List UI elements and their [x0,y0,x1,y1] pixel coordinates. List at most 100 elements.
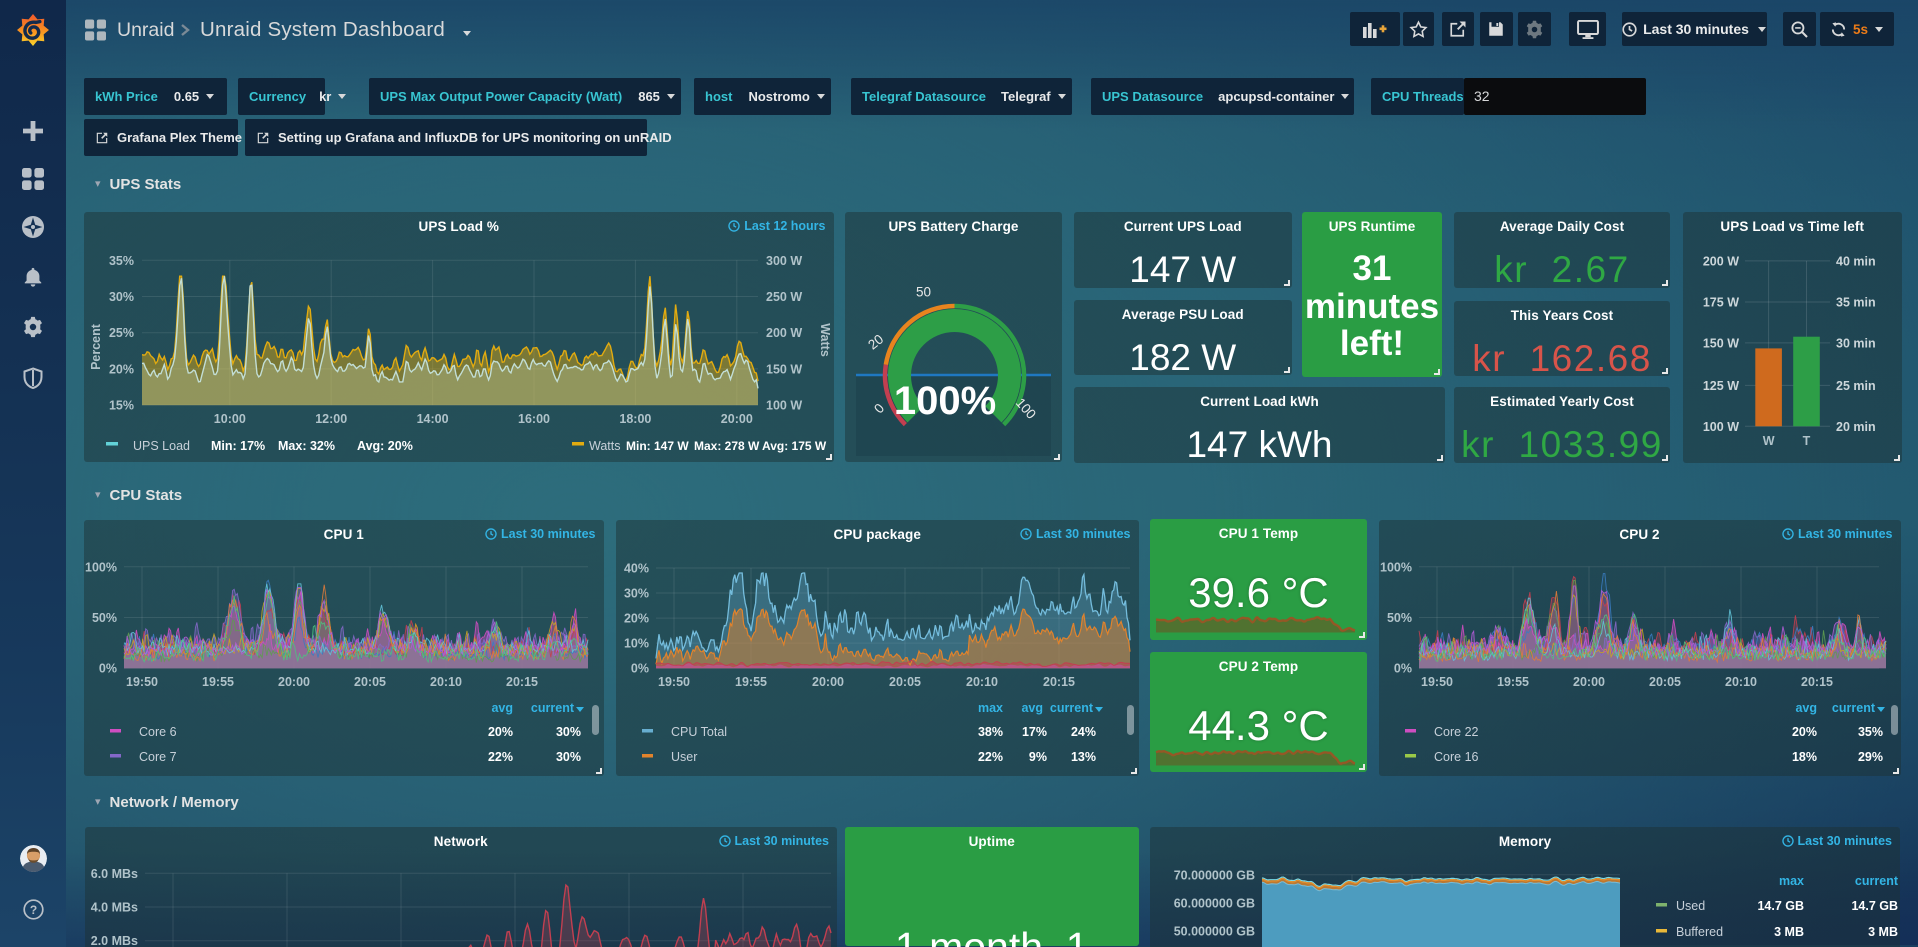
svg-text:19:55: 19:55 [1497,675,1529,689]
svg-text:100%: 100% [85,560,117,574]
svg-text:30%: 30% [624,587,649,601]
svg-text:Core 6: Core 6 [139,725,177,739]
svg-text:25 min: 25 min [1836,379,1876,393]
svg-text:Watts: Watts [589,439,620,453]
svg-text:20:15: 20:15 [1043,675,1075,689]
svg-text:19:50: 19:50 [126,675,158,689]
svg-text:35%: 35% [109,254,134,268]
svg-text:6.0 MBs: 6.0 MBs [90,867,137,881]
svg-text:2.0 MBs: 2.0 MBs [90,934,137,947]
svg-text:Core 22: Core 22 [1434,725,1479,739]
svg-text:16:00: 16:00 [518,412,550,426]
svg-text:100%: 100% [1380,560,1412,574]
svg-text:4.0 MBs: 4.0 MBs [90,901,137,915]
svg-text:20:00: 20:00 [278,675,310,689]
svg-text:22%: 22% [978,750,1003,764]
svg-text:20 min: 20 min [1836,420,1876,434]
svg-text:20:10: 20:10 [430,675,462,689]
svg-text:38%: 38% [978,725,1003,739]
svg-text:20:10: 20:10 [1725,675,1757,689]
svg-text:9%: 9% [1029,750,1047,764]
svg-text:avg: avg [1795,701,1817,715]
svg-text:19:50: 19:50 [658,675,690,689]
svg-text:19:55: 19:55 [735,675,767,689]
svg-text:14.7 GB: 14.7 GB [1757,899,1804,913]
svg-text:avg: avg [1021,701,1043,715]
svg-text:60.000000 GB: 60.000000 GB [1174,896,1255,910]
svg-text:175 W: 175 W [1703,296,1739,310]
svg-text:19:55: 19:55 [202,675,234,689]
svg-text:Max: 278 W: Max: 278 W [694,439,760,453]
svg-text:Avg: 20%: Avg: 20% [357,439,413,453]
svg-text:20%: 20% [109,362,134,376]
svg-text:avg: avg [491,701,513,715]
svg-text:50.000000 GB: 50.000000 GB [1174,924,1255,938]
svg-text:20:10: 20:10 [966,675,998,689]
svg-text:50: 50 [916,285,931,300]
svg-text:Core 7: Core 7 [139,750,177,764]
svg-text:20%: 20% [1791,725,1816,739]
svg-text:17%: 17% [1022,725,1047,739]
svg-text:20:05: 20:05 [1649,675,1681,689]
svg-text:40%: 40% [624,562,649,576]
svg-text:Max: 32%: Max: 32% [278,439,335,453]
svg-text:12:00: 12:00 [315,412,347,426]
svg-text:max: max [1779,874,1804,888]
svg-text:current: current [1855,874,1899,888]
svg-text:18:00: 18:00 [619,412,651,426]
svg-text:18%: 18% [1791,750,1816,764]
svg-text:150 W: 150 W [766,362,802,376]
svg-text:0%: 0% [1393,662,1411,676]
svg-text:20:00: 20:00 [1573,675,1605,689]
svg-text:22%: 22% [488,750,513,764]
svg-text:14.7 GB: 14.7 GB [1851,899,1898,913]
svg-text:14:00: 14:00 [417,412,449,426]
svg-text:10%: 10% [624,637,649,651]
svg-text:20:15: 20:15 [1801,675,1833,689]
svg-text:20:00: 20:00 [812,675,844,689]
svg-text:Watts: Watts [818,323,832,357]
svg-text:?: ? [30,903,37,917]
svg-text:70.000000 GB: 70.000000 GB [1174,868,1255,882]
svg-text:current: current [1831,701,1875,715]
svg-text:19:50: 19:50 [1421,675,1453,689]
svg-text:40 min: 40 min [1836,254,1876,268]
svg-text:User: User [671,750,697,764]
svg-text:Buffered: Buffered [1676,925,1723,939]
svg-text:Avg: 175 W: Avg: 175 W [762,439,827,453]
svg-text:100 W: 100 W [766,399,802,413]
svg-text:UPS Load: UPS Load [133,439,190,453]
svg-text:125 W: 125 W [1703,379,1739,393]
svg-text:24%: 24% [1071,725,1096,739]
svg-text:Core 16: Core 16 [1434,750,1479,764]
svg-text:0%: 0% [99,662,117,676]
svg-text:20:05: 20:05 [889,675,921,689]
svg-text:35 min: 35 min [1836,296,1876,310]
svg-text:50%: 50% [92,611,117,625]
svg-text:300 W: 300 W [766,254,802,268]
svg-text:20%: 20% [488,725,513,739]
svg-text:50%: 50% [1386,611,1411,625]
svg-text:35%: 35% [1857,725,1882,739]
svg-text:200 W: 200 W [766,326,802,340]
svg-text:15%: 15% [109,399,134,413]
svg-text:CPU Total: CPU Total [671,725,727,739]
svg-text:100%: 100% [894,379,996,423]
svg-text:100 W: 100 W [1703,420,1739,434]
svg-text:Percent: Percent [89,323,103,370]
svg-text:Min: 17%: Min: 17% [211,439,265,453]
svg-text:30 min: 30 min [1836,336,1876,350]
svg-text:30%: 30% [556,725,581,739]
svg-text:200 W: 200 W [1703,254,1739,268]
svg-text:20:05: 20:05 [354,675,386,689]
svg-text:150 W: 150 W [1703,336,1739,350]
svg-text:0%: 0% [631,662,649,676]
svg-text:25%: 25% [109,326,134,340]
svg-text:max: max [978,701,1003,715]
svg-text:Used: Used [1676,899,1705,913]
svg-text:W: W [1763,434,1775,448]
svg-text:250 W: 250 W [766,290,802,304]
svg-text:20%: 20% [624,612,649,626]
svg-text:20: 20 [865,331,886,352]
svg-text:29%: 29% [1857,750,1882,764]
